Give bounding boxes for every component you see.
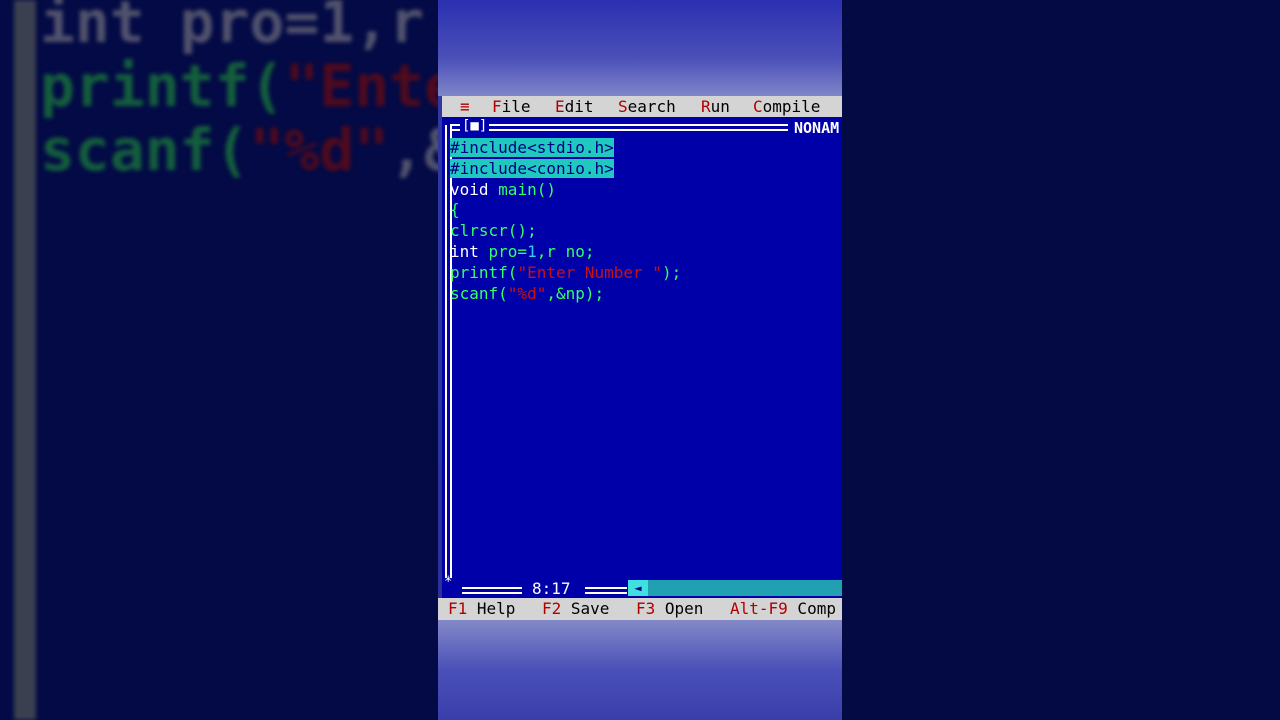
background-frame-bar [14,0,36,720]
code-line-6-a: pro= [488,241,528,261]
hint-compile-label: Comp [787,599,836,618]
menu-edit-label: dit [564,97,594,116]
hint-compile-key: Alt-F9 [730,599,788,618]
system-menu-icon[interactable]: ≡ [460,96,470,117]
code-line-3-function: main() [498,179,556,199]
background-code-line-2a: printf( [40,52,285,120]
menu-edit-hotkey: E [555,97,565,116]
cursor-position: 8:17 [532,579,571,598]
menu-edit[interactable]: Edit [555,96,594,117]
code-line-1: #include<stdio.h> [450,138,614,157]
hint-open[interactable]: F3 Open [636,598,703,620]
horizontal-scrollbar[interactable] [628,580,842,596]
code-line-5: clrscr(); [450,221,537,241]
menu-compile[interactable]: Compile [753,96,820,117]
background-code: int pro=1,r printf("Ente scanf("%d",& [40,0,438,182]
menu-bar: ≡ File Edit Search Run Compile [442,96,842,117]
code-line-8-end: ,&np); [546,283,605,303]
background-code-line-3a: scanf( [40,116,250,184]
hint-help-label: Help [467,599,516,618]
hint-save-label: Save [561,599,610,618]
menu-run-hotkey: R [701,97,711,116]
background-code-line-3b: "%d" [249,116,390,184]
code-line-3-keyword: void [450,179,499,199]
menu-search[interactable]: Search [618,96,676,117]
background-blur-right [842,0,1280,720]
code-line-8-function: scanf( [450,283,508,303]
function-key-bar: F1 Help F2 Save F3 Open Alt-F9 Comp [438,598,842,620]
background-blur-left: int pro=1,r printf("Ente scanf("%d",& [0,0,438,720]
menu-run[interactable]: Run [701,96,730,117]
menu-file-hotkey: F [492,97,502,116]
background-code-line-1: int pro=1,r [40,0,425,56]
code-line-6-keyword: int [450,241,489,261]
code-line-7-string: "Enter Number " [517,262,662,282]
menu-search-hotkey: S [618,97,628,116]
background-code-line-2b: "Ente [284,52,438,120]
status-line: * 8:17 ◄ [442,574,842,598]
top-glow [438,0,842,96]
status-frame-right [585,587,627,594]
code-line-2: #include<conio.h> [450,158,614,178]
window-title: NONAM [794,119,840,137]
hint-help-key: F1 [448,599,468,618]
close-box-glyph: [■] [462,118,488,134]
code-line-4: { [450,200,460,220]
hint-help[interactable]: F1 Help [448,598,515,620]
hint-save[interactable]: F2 Save [542,598,609,620]
window-close-button[interactable]: [■] [460,118,490,134]
code-line-8-string: "%d" [507,283,547,303]
resize-corner-icon[interactable]: * [444,574,452,590]
background-code-line-3c: ,& [389,116,438,184]
menu-run-label: un [710,97,730,116]
window-frame-top [450,124,788,131]
menu-file[interactable]: File [492,96,531,117]
scroll-left-arrow-icon[interactable]: ◄ [628,580,648,596]
code-area[interactable]: #include<stdio.h> #include<conio.h> void… [450,138,681,304]
editor-window[interactable]: [■] NONAM #include<stdio.h> #include<con… [442,117,842,596]
status-frame-left [462,587,522,594]
hint-save-key: F2 [542,599,562,618]
menu-file-label: ile [501,97,531,116]
hint-compile[interactable]: Alt-F9 Comp [730,598,836,620]
menu-search-label: earch [627,97,676,116]
code-line-6-b: ,r no; [536,241,595,261]
code-line-6-number: 1 [527,241,537,261]
bottom-glow [438,620,842,720]
hint-open-key: F3 [636,599,656,618]
code-line-7-end: ); [661,262,682,282]
code-line-7-function: printf( [450,262,518,282]
menu-compile-hotkey: C [753,97,763,116]
menu-compile-label: ompile [762,97,821,116]
hint-open-label: Open [655,599,704,618]
